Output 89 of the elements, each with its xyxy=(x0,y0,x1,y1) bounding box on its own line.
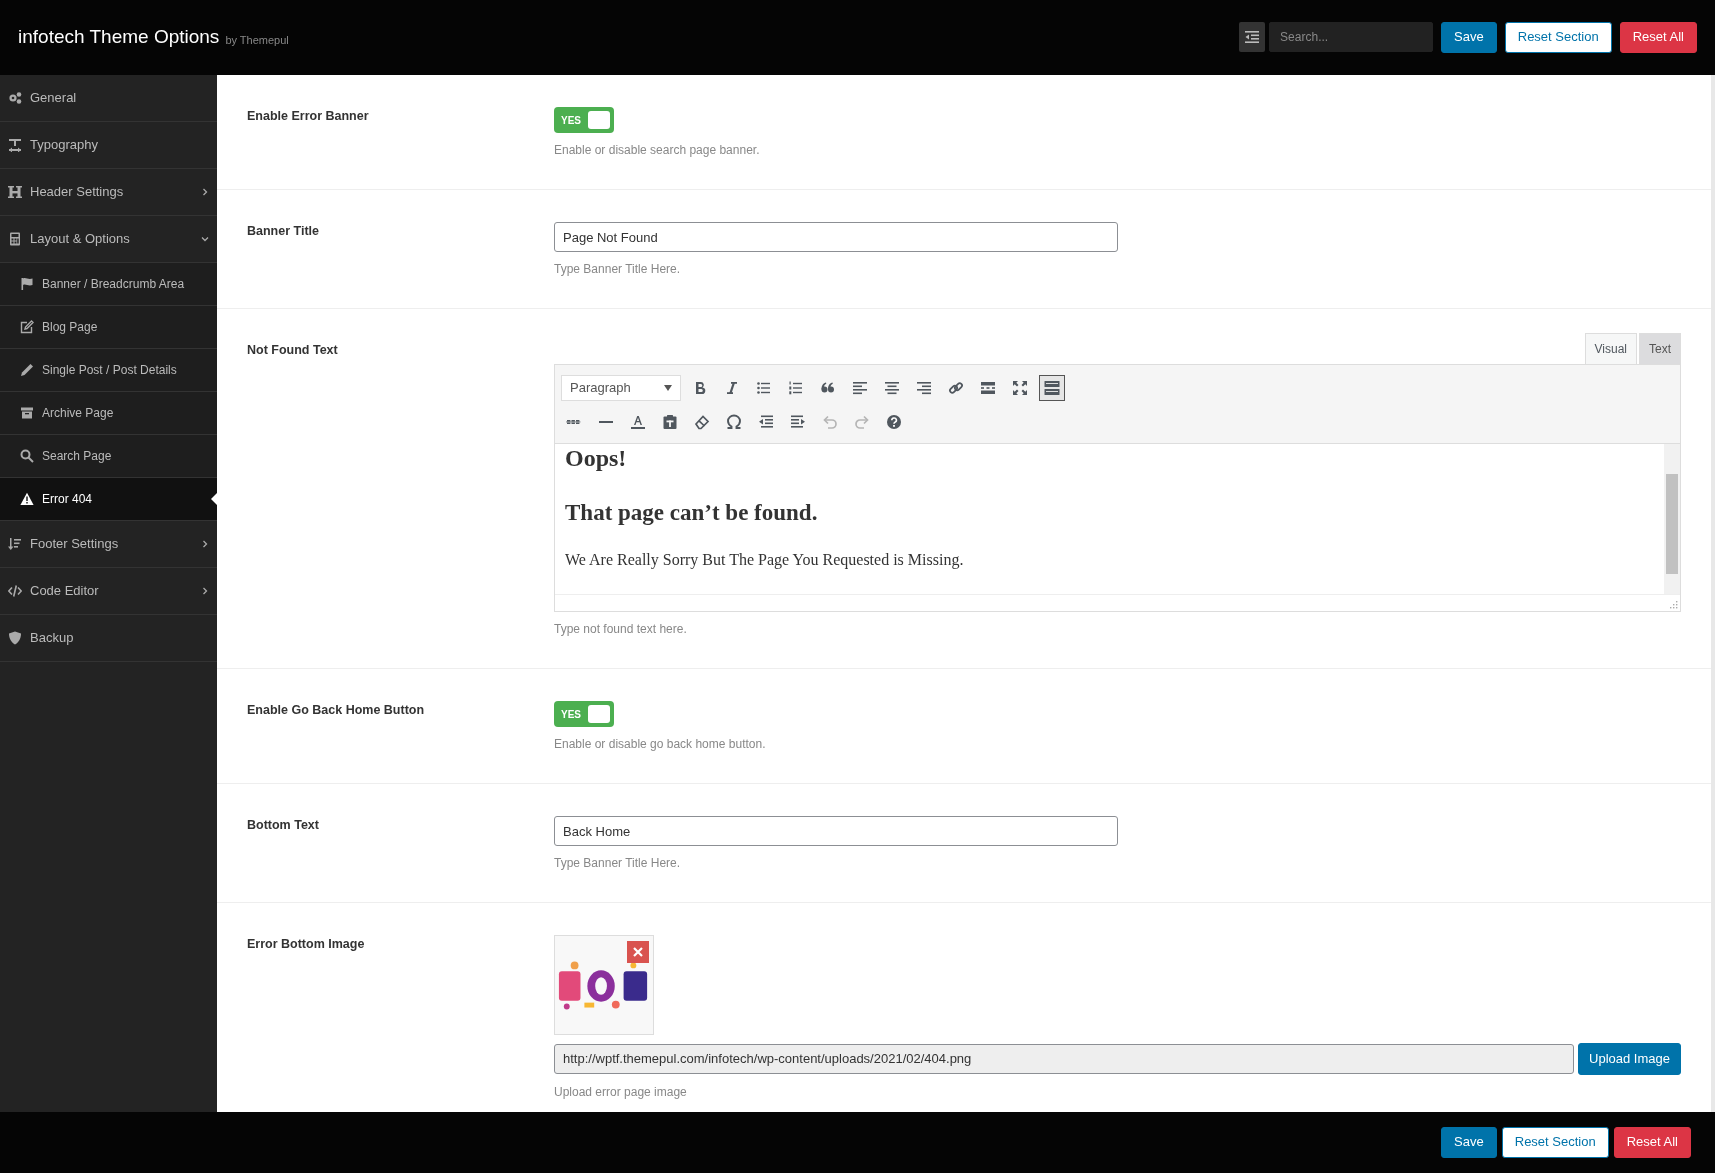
collapse-icon xyxy=(1245,31,1260,44)
undo-icon xyxy=(822,414,838,430)
search-icon xyxy=(20,449,34,463)
heading: That page can’t be found. xyxy=(565,498,819,527)
field-label: Enable Error Banner xyxy=(247,108,370,125)
selection-pointer xyxy=(211,493,217,505)
pencil-icon xyxy=(20,363,34,377)
heading-icon xyxy=(8,185,22,199)
sidebar-item[interactable]: Banner / Breadcrumb Area xyxy=(0,263,217,306)
toolbar-toggle-button[interactable] xyxy=(1039,375,1065,401)
chevron-icon xyxy=(201,235,209,243)
sidebar-item[interactable]: Error 404 xyxy=(0,478,217,521)
paste-text-icon xyxy=(662,414,678,430)
text-format-icon xyxy=(8,138,22,152)
header-button[interactable]: Reset Section xyxy=(1504,22,1612,53)
footer-button[interactable]: Reset All xyxy=(1613,1127,1691,1158)
field-label: Error Bottom Image xyxy=(247,936,366,953)
code-icon xyxy=(8,584,22,598)
chevron-icon xyxy=(201,587,209,595)
byline: by Themepul xyxy=(225,33,289,49)
outdent-icon xyxy=(758,414,774,430)
field-description: Type Banner Title Here. xyxy=(554,855,682,872)
upload-button[interactable]: Upload Image xyxy=(1578,1043,1681,1075)
align-left-icon xyxy=(852,380,868,396)
text-field[interactable]: Page Not Found xyxy=(554,222,1118,252)
link-icon xyxy=(948,380,964,396)
sidebar-item[interactable]: Blog Page xyxy=(0,306,217,349)
collapse-button[interactable] xyxy=(1239,22,1266,53)
field-description: Upload error page image xyxy=(554,1083,688,1101)
close-icon xyxy=(633,947,643,957)
field-label: Not Found Text xyxy=(247,342,339,359)
horizontal-line-icon xyxy=(599,421,613,423)
sidebar-item[interactable]: General xyxy=(0,75,217,122)
flag-icon xyxy=(20,277,34,291)
toolbar-toggle-icon xyxy=(1044,380,1060,396)
editor-tab[interactable]: Visual xyxy=(1584,333,1637,364)
sort-icon xyxy=(8,537,22,551)
sidebar-item[interactable]: Typography xyxy=(0,122,217,169)
align-right-icon xyxy=(916,380,932,396)
paragraph: We Are Really Sorry But The Page You Requested is Missing. xyxy=(565,550,965,571)
calculator-icon xyxy=(8,232,22,246)
field-label: Bottom Text xyxy=(247,817,320,834)
chevron-icon xyxy=(201,188,209,196)
sidebar-item[interactable]: Archive Page xyxy=(0,392,217,435)
caret-icon xyxy=(664,385,672,391)
sidebar-item[interactable]: Backup xyxy=(0,615,217,662)
scrollbar[interactable] xyxy=(1664,444,1680,594)
search-field[interactable]: Search... xyxy=(1269,22,1434,53)
header-button[interactable]: Reset All xyxy=(1619,22,1697,53)
url-field[interactable]: http://wptf.themepul.com/infotech/wp-content/uploads/2021/02/404.png xyxy=(554,1043,1575,1074)
bullet-list-icon xyxy=(756,380,772,396)
app-title: infotech Theme Options xyxy=(18,25,220,50)
heading: Oops! xyxy=(565,444,628,473)
field-description: Type Banner Title Here. xyxy=(554,261,682,278)
eraser-icon xyxy=(694,414,710,430)
sidebar-item[interactable]: Search Page xyxy=(0,435,217,478)
remove-button[interactable] xyxy=(627,941,649,963)
sidebar-item[interactable]: Code Editor xyxy=(0,568,217,615)
fullscreen-icon xyxy=(1012,380,1028,396)
chevron-icon xyxy=(201,540,209,548)
help-icon xyxy=(886,414,902,430)
field-description: Enable or disable search page banner. xyxy=(554,142,761,159)
footer-button[interactable]: Reset Section xyxy=(1501,1127,1609,1158)
redo-icon xyxy=(854,414,870,430)
sidebar-item[interactable]: Footer Settings xyxy=(0,521,217,568)
indent-icon xyxy=(790,414,806,430)
field-description: Enable or disable go back home button. xyxy=(554,736,767,753)
align-center-icon xyxy=(884,380,900,396)
text-field[interactable]: Back Home xyxy=(554,816,1118,846)
warning-icon xyxy=(20,492,34,506)
editor-tab[interactable]: Text xyxy=(1639,333,1681,364)
read-more-icon xyxy=(980,380,996,396)
format-dropdown[interactable]: Paragraph xyxy=(561,375,681,401)
edit-icon xyxy=(20,320,34,334)
header-button[interactable]: Save xyxy=(1441,22,1497,53)
footer-button[interactable]: Save xyxy=(1441,1127,1497,1158)
numbered-list-icon xyxy=(788,380,804,396)
gears-icon xyxy=(8,91,22,105)
shield-icon xyxy=(8,631,22,645)
resize-handle-icon xyxy=(1670,601,1678,609)
omega-icon xyxy=(726,414,742,430)
italic-icon xyxy=(724,380,740,396)
sidebar-item[interactable]: Header Settings xyxy=(0,169,217,216)
sidebar-item[interactable]: Single Post / Post Details xyxy=(0,349,217,392)
field-label: Enable Go Back Home Button xyxy=(247,702,426,719)
field-description: Type not found text here. xyxy=(554,621,688,638)
text-color-icon xyxy=(630,414,646,430)
field-label: Banner Title xyxy=(247,223,320,240)
archive-icon xyxy=(20,406,34,420)
